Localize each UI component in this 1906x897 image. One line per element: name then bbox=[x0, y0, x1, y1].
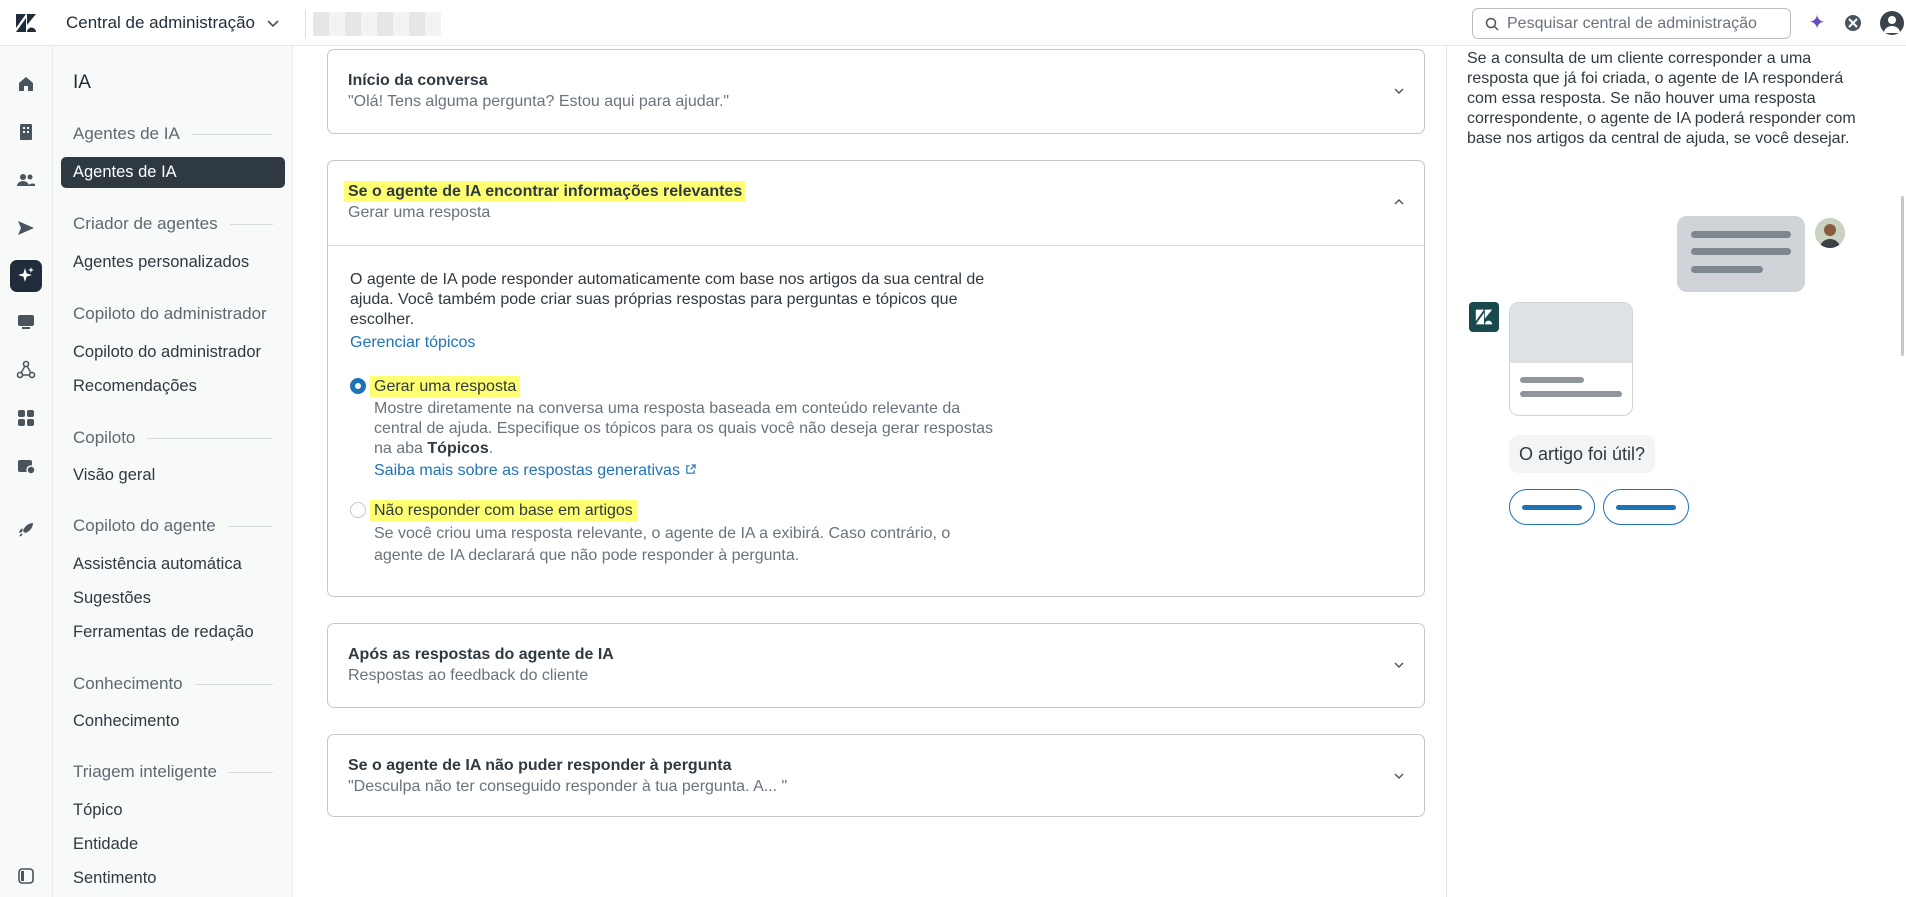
card-title: Se o agente de IA encontrar informações … bbox=[344, 181, 747, 202]
chevron-up-icon bbox=[1394, 199, 1404, 205]
sidebar-section-label: Copiloto do administrador bbox=[73, 304, 267, 323]
card-title: Início da conversa bbox=[348, 72, 488, 89]
sidebar-header: IA bbox=[73, 72, 91, 93]
chevron-down-icon bbox=[1394, 773, 1404, 779]
sidebar-section-label: Copiloto bbox=[73, 428, 136, 447]
chevron-down-icon bbox=[1394, 662, 1404, 668]
radio-description: Se você criou uma resposta relevante, o … bbox=[374, 525, 951, 564]
card-subtitle: "Desculpa não ter conseguido responder à… bbox=[348, 778, 788, 795]
sidebar-item-agentes-ia[interactable]: Agentes de IA bbox=[61, 157, 285, 188]
ai-sparkle-icon[interactable]: ✦ bbox=[1806, 12, 1828, 34]
product-icon-rail bbox=[0, 46, 53, 897]
card-title: Se o agente de IA não puder responder à … bbox=[348, 757, 732, 774]
sidebar-section-conhecimento: Conhecimento bbox=[73, 674, 273, 694]
card-description: O agente de IA pode responder automatica… bbox=[350, 271, 985, 328]
sidebar-item-recomendacoes[interactable]: Recomendações bbox=[73, 377, 197, 396]
home-icon[interactable] bbox=[14, 72, 38, 96]
sidebar-section-triagem-inteligente: Triagem inteligente bbox=[73, 762, 273, 782]
sidebar-nav: IA Agentes de IA Agentes de IA Criador d… bbox=[53, 46, 293, 897]
feedback-question-bubble: O artigo foi útil? bbox=[1509, 435, 1656, 473]
chevron-down-icon bbox=[1394, 88, 1404, 94]
search-input[interactable]: Pesquisar central de administração bbox=[1472, 8, 1791, 39]
user-avatar[interactable] bbox=[1880, 11, 1904, 35]
sidebar-section-copiloto-agente: Copiloto do agente bbox=[73, 516, 273, 536]
sidebar-section-label: Triagem inteligente bbox=[73, 762, 217, 781]
card-subtitle: "Olá! Tens alguma pergunta? Estou aqui p… bbox=[348, 93, 730, 110]
radio-description: Mostre diretamente na conversa uma respo… bbox=[374, 399, 994, 459]
search-icon bbox=[1485, 17, 1499, 31]
card-header[interactable]: Após as respostas do agente de IA Respos… bbox=[328, 624, 1424, 707]
sidebar-section-copiloto-administrador: Copiloto do administrador bbox=[73, 304, 273, 324]
radio-label[interactable]: Gerar uma resposta bbox=[370, 376, 521, 397]
radio-generate-answer[interactable] bbox=[350, 378, 366, 394]
card-informacoes-relevantes: Se o agente de IA encontrar informações … bbox=[327, 160, 1425, 597]
sidebar-section-criador-agentes: Criador de agentes bbox=[73, 214, 273, 234]
card-header[interactable]: Início da conversa "Olá! Tens alguma per… bbox=[328, 50, 1424, 133]
account-icon[interactable] bbox=[14, 454, 38, 478]
channels-send-icon[interactable] bbox=[14, 216, 38, 240]
card-subtitle: Respostas ao feedback do cliente bbox=[348, 667, 589, 684]
people-icon[interactable] bbox=[14, 168, 38, 192]
preview-description: Se a consulta de um cliente corresponder… bbox=[1467, 50, 1856, 147]
sidebar-section-agentes-ia: Agentes de IA bbox=[73, 124, 273, 144]
option-generate-answer: Gerar uma resposta Mostre diretamente na… bbox=[350, 376, 1402, 480]
sidebar-section-label: Agentes de IA bbox=[73, 124, 180, 143]
building-icon[interactable] bbox=[14, 120, 38, 144]
sidebar-section-label: Conhecimento bbox=[73, 674, 183, 693]
collapse-sidebar-icon[interactable] bbox=[14, 864, 38, 888]
sidebar-item-entidade[interactable]: Entidade bbox=[73, 835, 138, 854]
customer-message-bubble bbox=[1677, 216, 1805, 292]
ai-icon[interactable] bbox=[10, 260, 42, 292]
sidebar-item-agentes-personalizados[interactable]: Agentes personalizados bbox=[73, 253, 249, 272]
preview-panel: Se a consulta de um cliente corresponder… bbox=[1446, 46, 1906, 897]
rocket-icon[interactable] bbox=[14, 518, 38, 542]
article-card-placeholder bbox=[1509, 302, 1633, 416]
product-switcher[interactable]: Central de administração bbox=[66, 13, 281, 33]
sidebar-item-copiloto-administrador[interactable]: Copiloto do administrador bbox=[73, 343, 261, 362]
objects-rules-icon[interactable] bbox=[14, 358, 38, 382]
feedback-yes-button[interactable] bbox=[1509, 489, 1595, 525]
card-header[interactable]: Se o agente de IA não puder responder à … bbox=[328, 735, 1424, 816]
sidebar-item-sugestoes[interactable]: Sugestões bbox=[73, 589, 151, 608]
card-nao-puder-responder: Se o agente de IA não puder responder à … bbox=[327, 734, 1425, 817]
sidebar-item-conhecimento[interactable]: Conhecimento bbox=[73, 712, 179, 731]
card-subtitle: Gerar uma resposta bbox=[348, 204, 491, 221]
sidebar-item-assistencia-automatica[interactable]: Assistência automática bbox=[73, 555, 242, 574]
customer-avatar bbox=[1815, 218, 1845, 248]
feedback-no-button[interactable] bbox=[1603, 489, 1689, 525]
learn-more-generative-link[interactable]: Saiba mais sobre as respostas generativa… bbox=[374, 462, 680, 479]
card-body: O agente de IA pode responder automatica… bbox=[328, 245, 1424, 567]
manage-topics-link[interactable]: Gerenciar tópicos bbox=[350, 334, 475, 351]
card-header[interactable]: Se o agente de IA encontrar informações … bbox=[328, 161, 1424, 245]
chevron-down-icon bbox=[267, 20, 279, 28]
product-title: Central de administração bbox=[66, 13, 255, 32]
sidebar-section-label: Criador de agentes bbox=[73, 214, 218, 233]
sidebar-item-topico[interactable]: Tópico bbox=[73, 801, 123, 820]
radio-no-article-answer[interactable] bbox=[350, 502, 366, 518]
radio-label[interactable]: Não responder com base em artigos bbox=[370, 500, 637, 521]
sidebar-item-ferramentas-redacao[interactable]: Ferramentas de redação bbox=[73, 623, 254, 642]
redacted-account-name bbox=[305, 10, 441, 38]
main-content: Início da conversa "Olá! Tens alguma per… bbox=[294, 46, 1446, 897]
workspaces-icon[interactable] bbox=[14, 310, 38, 334]
radio-description-bold: Tópicos bbox=[427, 440, 489, 457]
preview-scrollbar[interactable] bbox=[1901, 196, 1904, 356]
sidebar-section-label: Copiloto do agente bbox=[73, 516, 216, 535]
products-icon[interactable] bbox=[1843, 13, 1863, 33]
card-inicio-conversa: Início da conversa "Olá! Tens alguma per… bbox=[327, 49, 1425, 134]
apps-integrations-icon[interactable] bbox=[14, 406, 38, 430]
option-no-article-answer: Não responder com base em artigos Se voc… bbox=[350, 500, 1402, 567]
card-title: Após as respostas do agente de IA bbox=[348, 646, 614, 663]
zendesk-logo-icon[interactable] bbox=[14, 12, 38, 34]
radio-description-end: . bbox=[488, 440, 494, 457]
card-apos-respostas: Após as respostas do agente de IA Respos… bbox=[327, 623, 1425, 708]
top-bar: Central de administração Pesquisar centr… bbox=[0, 0, 1906, 46]
sidebar-section-copiloto: Copiloto bbox=[73, 428, 273, 448]
zendesk-bot-logo-icon bbox=[1469, 302, 1499, 332]
external-link-icon bbox=[685, 464, 696, 474]
search-placeholder: Pesquisar central de administração bbox=[1507, 14, 1757, 32]
sidebar-item-visao-geral[interactable]: Visão geral bbox=[73, 466, 155, 485]
sidebar-item-sentimento[interactable]: Sentimento bbox=[73, 869, 156, 888]
